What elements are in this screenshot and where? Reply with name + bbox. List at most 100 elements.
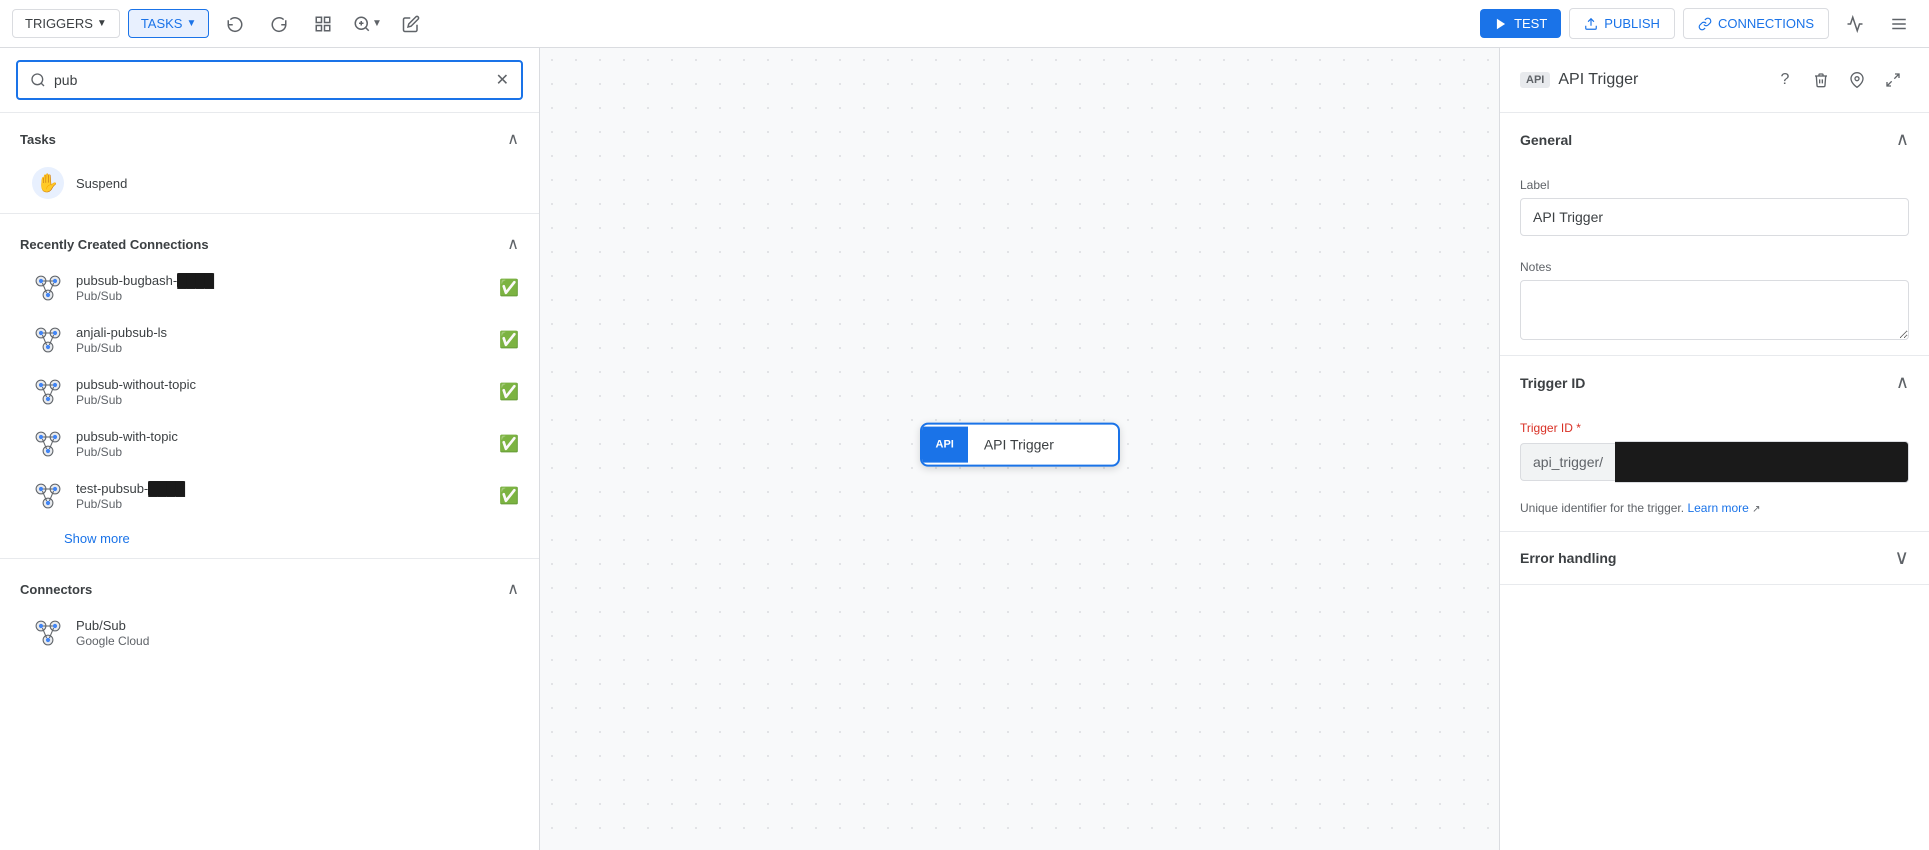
triggers-label: TRIGGERS (25, 16, 93, 31)
connector-sub: Google Cloud (76, 634, 519, 648)
search-icon (30, 72, 46, 88)
connection-item-3[interactable]: pubsub-without-topic Pub/Sub ✅ (0, 366, 539, 418)
trigger-id-value[interactable] (1615, 441, 1909, 483)
error-handling-header[interactable]: Error handling ∨ (1500, 532, 1929, 584)
connection-sub-1: Pub/Sub (76, 289, 487, 303)
connection-info-1: pubsub-bugbash-████ Pub/Sub (76, 273, 487, 303)
external-link-icon: ↗ (1752, 504, 1760, 515)
suspend-label: Suspend (76, 176, 127, 191)
right-panel-header: API API Trigger ? (1500, 48, 1929, 113)
trigger-id-section-header[interactable]: Trigger ID ∧ (1500, 356, 1929, 409)
connections-button[interactable]: CONNECTIONS (1683, 8, 1829, 39)
test-label: TEST (1514, 16, 1547, 31)
connectors-chevron-icon: ∧ (507, 579, 519, 599)
right-panel: API API Trigger ? General ∧ (1499, 48, 1929, 850)
connection-item-1[interactable]: pubsub-bugbash-████ Pub/Sub ✅ (0, 262, 539, 314)
trigger-id-prefix: api_trigger/ (1520, 443, 1615, 481)
node-badge: API (936, 439, 954, 451)
node-label: API Trigger (968, 425, 1070, 465)
recently-created-header[interactable]: Recently Created Connections ∧ (0, 218, 539, 262)
stats-button[interactable] (1837, 6, 1873, 42)
toolbar: TRIGGERS ▼ TASKS ▼ ▼ TEST PUB (0, 0, 1929, 48)
connection-item-4[interactable]: pubsub-with-topic Pub/Sub ✅ (0, 418, 539, 470)
suspend-item[interactable]: ✋ Suspend (0, 157, 539, 209)
error-handling-section: Error handling ∨ (1500, 532, 1929, 585)
triggers-button[interactable]: TRIGGERS ▼ (12, 9, 120, 38)
connection-status-5: ✅ (499, 486, 519, 506)
general-section-title: General (1520, 132, 1572, 148)
publish-button[interactable]: PUBLISH (1569, 8, 1675, 39)
pubsub-icon-5 (32, 480, 64, 512)
publish-label: PUBLISH (1604, 16, 1660, 31)
learn-more-link[interactable]: Learn more (1687, 501, 1748, 515)
connection-item-5[interactable]: test-pubsub-████ Pub/Sub ✅ (0, 470, 539, 522)
menu-button[interactable] (1881, 6, 1917, 42)
notes-field-textarea[interactable] (1520, 280, 1909, 340)
general-chevron-up-icon: ∧ (1896, 129, 1909, 150)
notes-field-label: Notes (1520, 260, 1909, 274)
connectors-section-header[interactable]: Connectors ∧ (0, 563, 539, 607)
search-container: ✕ (0, 48, 539, 113)
connection-info-2: anjali-pubsub-ls Pub/Sub (76, 325, 487, 355)
tasks-section-header[interactable]: Tasks ∧ (0, 113, 539, 157)
right-panel-title-row: API API Trigger (1520, 71, 1638, 89)
connection-sub-3: Pub/Sub (76, 393, 487, 407)
connection-info-3: pubsub-without-topic Pub/Sub (76, 377, 487, 407)
connection-name-1: pubsub-bugbash-████ (76, 273, 487, 288)
pubsub-icon-2 (32, 324, 64, 356)
error-handling-title: Error handling (1520, 550, 1616, 566)
redo-button[interactable] (261, 6, 297, 42)
search-clear-button[interactable]: ✕ (496, 70, 509, 90)
connection-sub-2: Pub/Sub (76, 341, 487, 355)
notes-field: Notes (1500, 248, 1929, 355)
edit-button[interactable] (393, 6, 429, 42)
node-icon-area: API (922, 427, 968, 463)
connectors-title: Connectors (20, 582, 92, 597)
connection-item-2[interactable]: anjali-pubsub-ls Pub/Sub ✅ (0, 314, 539, 366)
connection-info-4: pubsub-with-topic Pub/Sub (76, 429, 487, 459)
trigger-id-label: Trigger ID * (1520, 421, 1909, 435)
pubsub-icon-1 (32, 272, 64, 304)
connector-item-pubsub[interactable]: Pub/Sub Google Cloud (0, 607, 539, 659)
show-more-link[interactable]: Show more (64, 531, 130, 546)
pubsub-icon-4 (32, 428, 64, 460)
trigger-id-field: Trigger ID * api_trigger/ (1500, 409, 1929, 495)
connection-name-2: anjali-pubsub-ls (76, 325, 487, 340)
connections-label: CONNECTIONS (1718, 16, 1814, 31)
search-input[interactable] (54, 72, 488, 88)
connection-name-5: test-pubsub-████ (76, 481, 487, 496)
tasks-label: TASKS (141, 16, 183, 31)
label-field-label: Label (1520, 178, 1909, 192)
show-more-container: Show more (0, 522, 539, 554)
required-indicator: * (1576, 421, 1581, 435)
connectors-section: Connectors ∧ Pub/Sub Google Cloud (0, 563, 539, 659)
label-field-input[interactable] (1520, 198, 1909, 236)
delete-button[interactable] (1805, 64, 1837, 96)
connection-sub-4: Pub/Sub (76, 445, 487, 459)
api-trigger-node[interactable]: API API Trigger (920, 423, 1120, 467)
layout-button[interactable] (305, 6, 341, 42)
undo-button[interactable] (217, 6, 253, 42)
connection-status-3: ✅ (499, 382, 519, 402)
trigger-id-section-title: Trigger ID (1520, 375, 1585, 391)
label-field: Label (1500, 166, 1929, 248)
tasks-section-title: Tasks (20, 132, 56, 147)
help-button[interactable]: ? (1769, 64, 1801, 96)
connection-status-2: ✅ (499, 330, 519, 350)
tasks-button[interactable]: TASKS ▼ (128, 9, 210, 38)
test-button[interactable]: TEST (1480, 9, 1561, 38)
connection-name-3: pubsub-without-topic (76, 377, 487, 392)
left-panel: ✕ Tasks ∧ ✋ Suspend Recently Created Con… (0, 48, 540, 850)
right-panel-title: API Trigger (1558, 71, 1638, 89)
suspend-icon: ✋ (32, 167, 64, 199)
trigger-id-input-row: api_trigger/ (1520, 441, 1909, 483)
connection-status-1: ✅ (499, 278, 519, 298)
tasks-chevron-icon: ▼ (186, 18, 196, 29)
connection-status-4: ✅ (499, 434, 519, 454)
zoom-button[interactable]: ▼ (349, 6, 385, 42)
general-section-header[interactable]: General ∧ (1500, 113, 1929, 166)
expand-button[interactable] (1877, 64, 1909, 96)
connector-info: Pub/Sub Google Cloud (76, 618, 519, 648)
pin-button[interactable] (1841, 64, 1873, 96)
connection-info-5: test-pubsub-████ Pub/Sub (76, 481, 487, 511)
